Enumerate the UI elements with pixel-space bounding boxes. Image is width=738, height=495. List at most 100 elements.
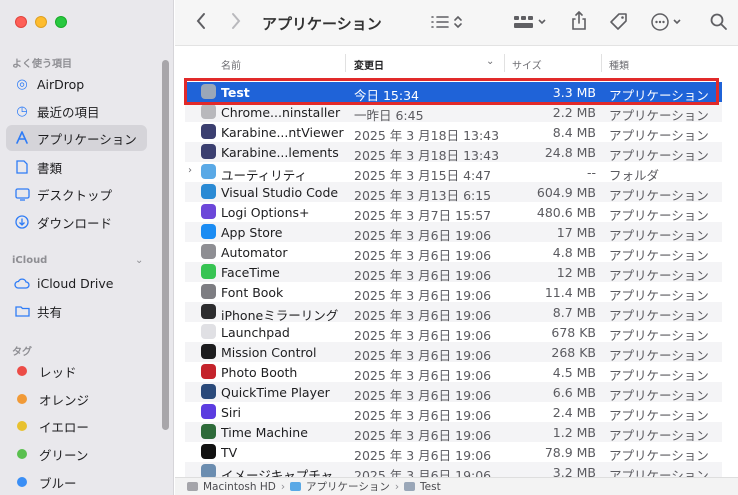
column-size-header[interactable]: サイズ (512, 57, 542, 72)
file-name: Automator (221, 245, 288, 260)
sidebar-item-recents[interactable]: ◷ 最近の項目 (6, 98, 147, 124)
sidebar-item-label: オレンジ (39, 392, 90, 408)
file-name: QuickTime Player (221, 385, 330, 400)
window-title: アプリケーション (262, 15, 382, 33)
group-by-button[interactable] (513, 14, 549, 35)
file-row[interactable]: App Store 2025 年 3 月6日 19:06 17 MB アプリケーション (185, 222, 722, 243)
file-name: Visual Studio Code (221, 185, 339, 200)
sidebar-item-shared[interactable]: 共有 (6, 298, 147, 324)
file-row[interactable]: Mission Control 2025 年 3 月6日 19:06 268 KB ア… (185, 342, 722, 363)
sidebar-scrollbar[interactable] (162, 60, 169, 430)
app-icon (201, 244, 216, 259)
sidebar-item-icloud-drive[interactable]: iCloud Drive (6, 270, 147, 296)
column-header: 名前 変更日 ⌄ サイズ 種類 (175, 52, 738, 74)
app-icon (201, 424, 216, 439)
app-icon (201, 284, 216, 299)
app-icon (201, 304, 216, 319)
tags-section-label: タグ (12, 347, 32, 358)
column-divider[interactable] (601, 54, 602, 72)
sidebar-item-airdrop[interactable]: ◎ AirDrop (6, 71, 147, 97)
sidebar-item-downloads[interactable]: ダウンロード (6, 209, 147, 235)
file-size: 678 KB (551, 325, 596, 340)
back-button[interactable] (195, 12, 207, 35)
sidebar-item-applications[interactable]: アプリケーション (6, 125, 147, 151)
app-icon (201, 104, 216, 119)
app-icon (404, 482, 416, 491)
sidebar-item-label: グリーン (39, 447, 89, 463)
sidebar-tag-blue[interactable]: ブルー (6, 469, 147, 495)
file-row[interactable]: Time Machine 2025 年 3 月6日 19:06 1.2 MB アプリケ… (185, 422, 722, 443)
file-row[interactable]: Launchpad 2025 年 3 月6日 19:06 678 KB アプリケーショ… (185, 322, 722, 343)
cloud-icon (14, 275, 30, 291)
file-name: App Store (221, 225, 283, 240)
path-item-disk[interactable]: Macintosh HD (203, 481, 276, 493)
file-row[interactable]: Logi Options+ 2025 年 3 月7日 15:57 480.6 MB ア… (185, 202, 722, 223)
file-row[interactable]: TV 2025 年 3 月6日 19:06 78.9 MB アプリケーション (185, 442, 722, 463)
file-row[interactable]: iPhoneミラーリング 2025 年 3 月6日 19:06 8.7 MB アプリケ… (185, 302, 722, 323)
disclosure-triangle-icon[interactable]: › (188, 165, 192, 176)
file-row[interactable]: Karabine...ntViewer 2025 年 3 月18日 13:43 8.… (185, 122, 722, 143)
column-divider[interactable] (504, 54, 505, 72)
column-kind-header[interactable]: 種類 (609, 57, 629, 72)
sidebar-tag-orange[interactable]: オレンジ (6, 386, 147, 412)
file-row[interactable]: Font Book 2025 年 3 月6日 19:06 11.4 MB アプリケーシ… (185, 282, 722, 303)
file-row[interactable]: Photo Booth 2025 年 3 月6日 19:06 4.5 MB アプリケー… (185, 362, 722, 383)
file-size: 4.8 MB (552, 245, 596, 260)
list-view-button[interactable] (430, 14, 464, 35)
column-divider[interactable] (345, 54, 346, 72)
sidebar-tag-green[interactable]: グリーン (6, 441, 147, 467)
sort-descending-icon: ⌄ (486, 56, 495, 67)
file-row[interactable]: › ユーティリティ 2025 年 3 月15日 4:47 -- フォルダ (185, 162, 722, 183)
minimize-window-button[interactable] (35, 16, 47, 28)
more-actions-button[interactable] (651, 13, 687, 36)
zoom-window-button[interactable] (55, 16, 67, 28)
share-button[interactable] (571, 10, 587, 36)
sidebar-item-label: AirDrop (37, 76, 85, 92)
path-item-test[interactable]: Test (420, 481, 441, 493)
sidebar-item-label: イエロー (39, 419, 89, 435)
close-window-button[interactable] (15, 16, 27, 28)
app-icon (201, 224, 216, 239)
sidebar-tag-yellow[interactable]: イエロー (6, 413, 147, 439)
download-icon (14, 214, 30, 230)
file-size: 17 MB (556, 225, 596, 240)
column-date-header[interactable]: 変更日 (354, 57, 384, 72)
file-row[interactable]: FaceTime 2025 年 3 月6日 19:06 12 MB アプリケーション (185, 262, 722, 283)
file-size: 6.6 MB (552, 385, 596, 400)
disk-icon (187, 482, 198, 491)
file-size: 78.9 MB (544, 445, 596, 460)
search-button[interactable] (710, 13, 728, 36)
app-icon (201, 444, 216, 459)
file-name: Logi Options+ (221, 205, 310, 220)
sidebar-item-desktop[interactable]: デスクトップ (6, 181, 147, 207)
file-size: 604.9 MB (536, 185, 596, 200)
file-name: Font Book (221, 285, 284, 300)
sidebar-item-documents[interactable]: 書類 (6, 154, 147, 180)
file-list: Test 今日 15:34 3.3 MB アプリケーション Chrome...ninst… (185, 82, 722, 483)
file-size: 4.5 MB (552, 365, 596, 380)
file-name: Photo Booth (221, 365, 298, 380)
green-tag-dot-icon (17, 449, 27, 459)
file-size: 11.4 MB (544, 285, 596, 300)
file-row[interactable]: Karabine...lements 2025 年 3 月18日 13:43 24.… (185, 142, 722, 163)
file-row[interactable]: Chrome...ninstaller 一昨日 6:45 2.2 MB アプリケーショ… (185, 102, 722, 123)
orange-tag-dot-icon (17, 394, 27, 404)
app-icon (201, 124, 216, 139)
sidebar-tag-red[interactable]: レッド (6, 358, 147, 384)
forward-button[interactable] (230, 12, 242, 35)
chevron-down-icon[interactable]: ⌄ (135, 255, 143, 266)
file-name: TV (221, 445, 238, 460)
column-name-header[interactable]: 名前 (221, 57, 241, 72)
tag-button[interactable] (609, 12, 629, 37)
file-row[interactable]: Automator 2025 年 3 月6日 19:06 4.8 MB アプリケーショ… (185, 242, 722, 263)
sidebar: よく使う項目 ◎ AirDrop ◷ 最近の項目 アプリケーション 書類 デスク… (0, 0, 174, 495)
path-item-applications[interactable]: アプリケーション (306, 479, 390, 494)
app-icon (201, 204, 216, 219)
file-row[interactable]: QuickTime Player 2025 年 3 月6日 19:06 6.6 MB… (185, 382, 722, 403)
favorites-section-label: よく使う項目 (12, 59, 72, 70)
sidebar-item-label: レッド (39, 364, 77, 380)
file-size: 12 MB (556, 265, 596, 280)
file-row[interactable]: Siri 2025 年 3 月6日 19:06 2.4 MB アプリケーション (185, 402, 722, 423)
file-row[interactable]: Visual Studio Code 2025 年 3 月13日 6:15 604.… (185, 182, 722, 203)
applications-icon (14, 130, 30, 146)
